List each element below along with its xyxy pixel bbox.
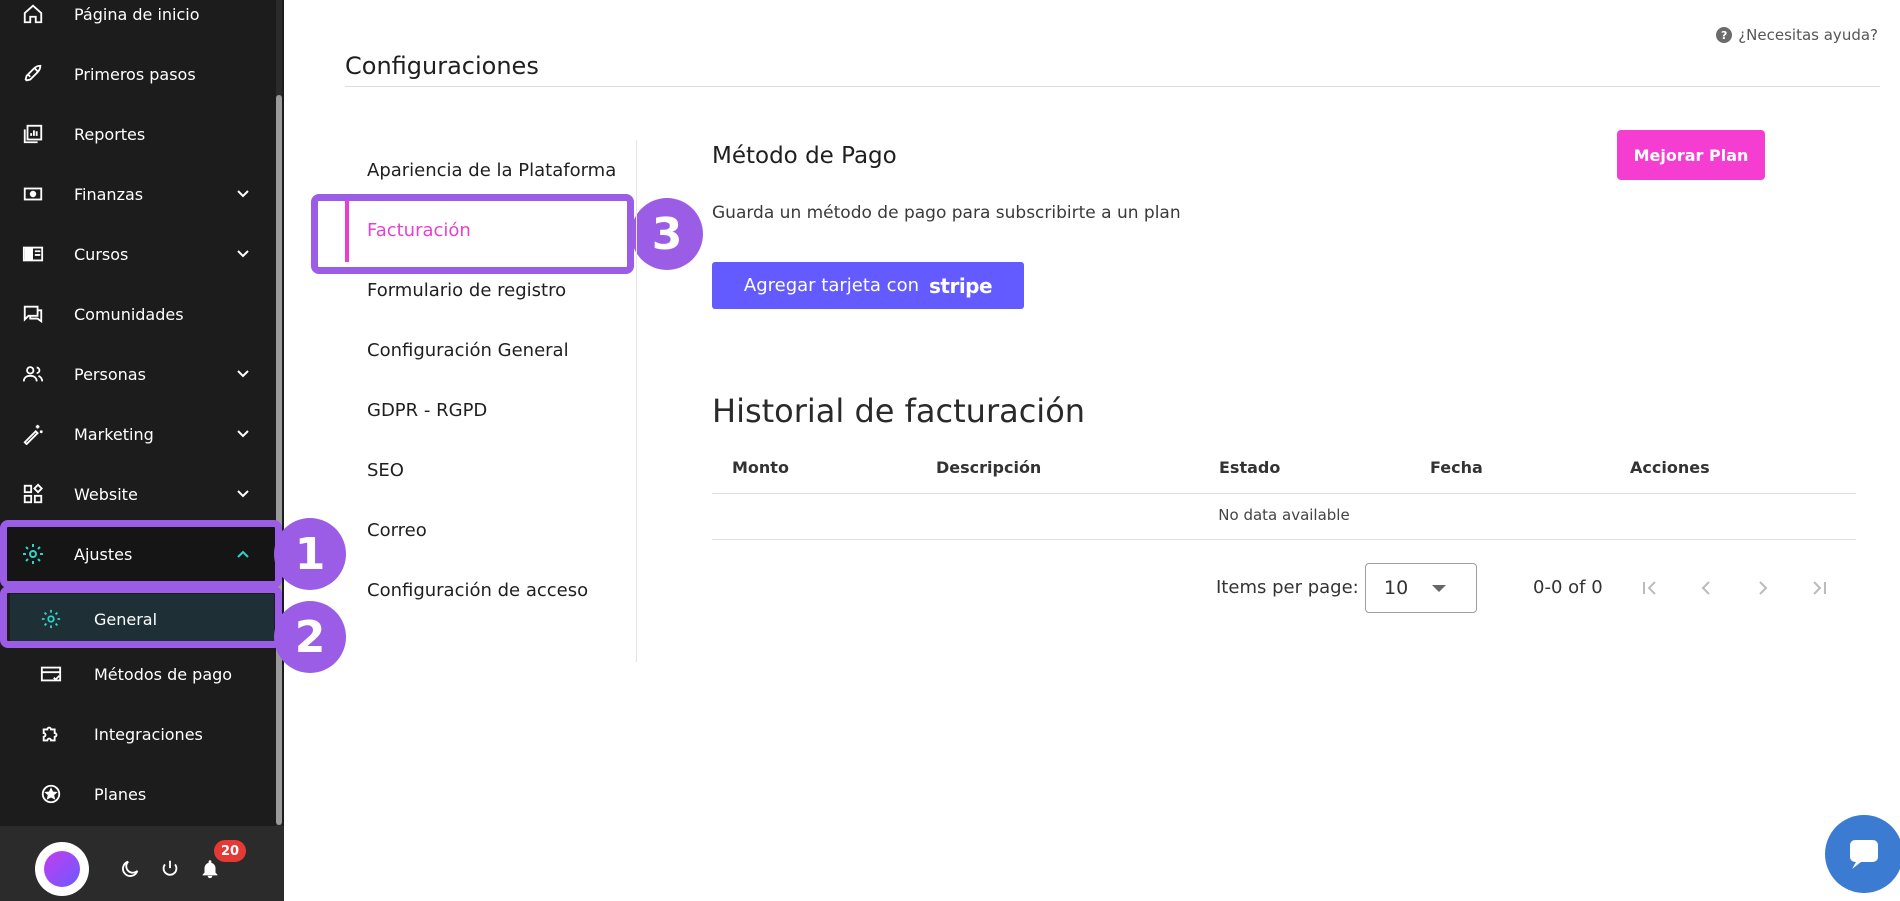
items-per-page-value: 10	[1384, 577, 1409, 599]
scrollbar-thumb[interactable]	[276, 95, 282, 825]
sidebar-item-label: Primeros pasos	[74, 64, 196, 84]
notification-badge: 20	[214, 840, 246, 862]
sidebar-item-label: Reportes	[74, 124, 146, 144]
add-card-stripe-button[interactable]: Agregar tarjeta con stripe	[712, 262, 1024, 309]
sidebar-item-label: Website	[74, 484, 138, 504]
sidebar-item-courses[interactable]: Cursos	[0, 224, 276, 284]
sidebar-item-website[interactable]: Website	[0, 464, 276, 524]
first-page-icon[interactable]	[1638, 576, 1662, 600]
widgets-icon	[20, 481, 46, 507]
billing-history-title: Historial de facturación	[712, 392, 1086, 430]
sidebar-item-label: Cursos	[74, 244, 129, 264]
sidebar-scrollbar[interactable]	[276, 0, 282, 826]
people-icon	[20, 361, 46, 387]
prev-page-icon[interactable]	[1694, 576, 1718, 600]
payment-method-description: Guarda un método de pago para subscribir…	[712, 203, 1181, 223]
sidebar-item-label: Marketing	[74, 424, 154, 444]
annotation-number-3: 3	[631, 198, 703, 270]
caret-down-icon	[1432, 585, 1446, 592]
settings-nav: Apariencia de la Plataforma Facturación …	[345, 140, 637, 662]
page-title: Configuraciones	[345, 52, 539, 80]
magic-wand-icon	[20, 421, 46, 447]
help-label: ¿Necesitas ayuda?	[1738, 26, 1878, 44]
money-icon	[20, 181, 46, 207]
dark-mode-icon[interactable]	[119, 858, 141, 880]
sidebar-footer	[0, 826, 284, 901]
reports-icon	[20, 121, 46, 147]
chat-widget-button[interactable]	[1825, 815, 1900, 893]
sidebar-item-marketing[interactable]: Marketing	[0, 404, 276, 464]
column-header-amount[interactable]: Monto	[732, 448, 789, 494]
sidebar-item-home[interactable]: Página de inicio	[0, 0, 276, 44]
settings-nav-access-config[interactable]: Configuración de acceso	[367, 580, 588, 601]
settings-nav-gdpr[interactable]: GDPR - RGPD	[367, 400, 487, 421]
brand-logo[interactable]	[35, 842, 89, 896]
header-divider	[712, 493, 1856, 494]
sidebar-item-label: Integraciones	[94, 724, 203, 744]
title-divider	[345, 86, 1880, 87]
pagination-range: 0-0 of 0	[1533, 577, 1603, 598]
highlight-box-general	[0, 586, 282, 648]
active-indicator	[345, 200, 349, 262]
row-divider	[712, 539, 1856, 540]
empty-state-text: No data available	[1218, 506, 1350, 524]
help-icon: ?	[1716, 27, 1733, 43]
star-icon	[38, 781, 64, 807]
chevron-down-icon[interactable]	[236, 367, 250, 381]
column-header-status[interactable]: Estado	[1219, 448, 1280, 494]
column-header-actions[interactable]: Acciones	[1630, 448, 1710, 494]
settings-nav-billing[interactable]: Facturación	[367, 220, 471, 241]
rocket-icon	[20, 61, 46, 87]
payment-method-title: Método de Pago	[712, 143, 897, 169]
items-per-page-select[interactable]: 10	[1365, 563, 1477, 613]
sidebar-item-label: Página de inicio	[74, 4, 200, 24]
sidebar-item-label: Finanzas	[74, 184, 144, 204]
settings-nav-registration-form[interactable]: Formulario de registro	[367, 280, 566, 301]
annotation-number-2: 2	[274, 601, 346, 673]
home-icon	[20, 1, 46, 27]
sidebar: Página de inicio Primeros pasos Reportes…	[0, 0, 284, 901]
sidebar-item-label: Planes	[94, 784, 147, 804]
settings-nav-general-config[interactable]: Configuración General	[367, 340, 569, 361]
settings-nav-email[interactable]: Correo	[367, 520, 427, 541]
sidebar-item-finances[interactable]: Finanzas	[0, 164, 276, 224]
app-root: Página de inicio Primeros pasos Reportes…	[0, 0, 1900, 901]
last-page-icon[interactable]	[1807, 576, 1831, 600]
column-header-date[interactable]: Fecha	[1430, 448, 1483, 494]
sidebar-item-label: Métodos de pago	[94, 664, 233, 684]
chevron-down-icon[interactable]	[236, 247, 250, 261]
sidebar-subitem-plans[interactable]: Planes	[0, 764, 276, 824]
sidebar-item-label: Personas	[74, 364, 146, 384]
sidebar-item-reports[interactable]: Reportes	[0, 104, 276, 164]
sidebar-item-label: Comunidades	[74, 304, 184, 324]
bell-icon[interactable]	[199, 858, 221, 880]
chevron-down-icon[interactable]	[236, 427, 250, 441]
sidebar-subitem-payment-methods[interactable]: Métodos de pago	[0, 644, 276, 704]
power-icon[interactable]	[159, 858, 181, 880]
settings-nav-appearance[interactable]: Apariencia de la Plataforma	[367, 160, 616, 181]
sidebar-item-people[interactable]: Personas	[0, 344, 276, 404]
help-link[interactable]: ? ¿Necesitas ayuda?	[1716, 26, 1878, 44]
stripe-button-label: Agregar tarjeta con	[743, 275, 919, 296]
items-per-page-label: Items per page:	[1216, 577, 1359, 598]
chat-icon	[1850, 840, 1878, 869]
stripe-logo: stripe	[929, 273, 993, 298]
highlight-box-settings	[0, 520, 282, 588]
annotation-number-1: 1	[274, 518, 346, 590]
course-icon	[20, 241, 46, 267]
puzzle-icon	[38, 721, 64, 747]
sidebar-item-first-steps[interactable]: Primeros pasos	[0, 44, 276, 104]
chevron-down-icon[interactable]	[236, 487, 250, 501]
chat-icon	[20, 301, 46, 327]
column-header-description[interactable]: Descripción	[936, 448, 1041, 494]
card-icon	[38, 661, 64, 687]
upgrade-plan-button[interactable]: Mejorar Plan	[1617, 130, 1765, 180]
chevron-down-icon[interactable]	[236, 187, 250, 201]
settings-nav-seo[interactable]: SEO	[367, 460, 404, 481]
next-page-icon[interactable]	[1751, 576, 1775, 600]
sidebar-item-communities[interactable]: Comunidades	[0, 284, 276, 344]
sidebar-subitem-integrations[interactable]: Integraciones	[0, 704, 276, 764]
